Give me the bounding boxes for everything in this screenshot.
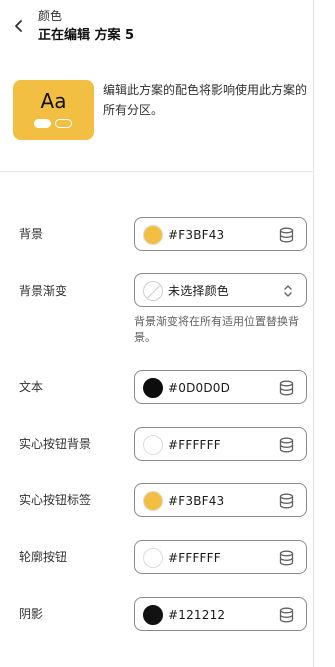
database-icon[interactable] <box>279 227 294 243</box>
color-swatch <box>143 548 163 568</box>
background-label: 背景 <box>19 227 44 241</box>
scheme-preview-tile: Aa <box>13 80 94 140</box>
color-swatch <box>143 605 163 625</box>
database-icon[interactable] <box>279 380 294 396</box>
color-value: #FFFFFF <box>168 438 221 452</box>
panel-border <box>313 0 314 667</box>
color-swatch <box>143 435 163 455</box>
solid-button-background-label: 实心按钮背景 <box>19 437 92 451</box>
color-value: #F3BF43 <box>168 228 225 242</box>
text-color-field[interactable]: #0D0D0D <box>134 370 307 404</box>
chevron-up-down-icon <box>284 285 292 297</box>
outline-button-field[interactable]: #FFFFFF <box>134 540 307 574</box>
empty-color-swatch <box>143 281 163 301</box>
preview-sample-text: Aa <box>40 89 67 113</box>
background-gradient-label: 背景渐变 <box>19 284 68 298</box>
header-title: 正在编辑 方案 5 <box>38 28 135 43</box>
text-label: 文本 <box>19 380 44 394</box>
database-icon[interactable] <box>279 607 294 623</box>
solid-button-background-field[interactable]: #FFFFFF <box>134 427 307 461</box>
database-icon[interactable] <box>279 437 294 453</box>
gradient-value: 未选择颜色 <box>168 284 230 298</box>
preview-outline-button <box>55 119 72 128</box>
solid-button-label-field[interactable]: #F3BF43 <box>134 483 307 517</box>
panel-header: 颜色 正在编辑 方案 5 <box>0 0 313 56</box>
shadow-label: 阴影 <box>19 607 44 621</box>
solid-button-label-label: 实心按钮标签 <box>19 493 92 507</box>
header-subtitle: 颜色 <box>38 9 63 23</box>
background-color-field[interactable]: #F3BF43 <box>134 217 307 251</box>
color-scheme-panel: 颜色 正在编辑 方案 5 Aa 编辑此方案的配色将影响使用此方案的所有分区。 背… <box>0 0 313 667</box>
color-value: #F3BF43 <box>168 494 225 508</box>
back-button[interactable] <box>10 17 28 35</box>
preview-solid-button <box>34 119 51 128</box>
color-value: #0D0D0D <box>168 381 231 395</box>
color-swatch <box>143 491 163 511</box>
database-icon[interactable] <box>279 493 294 509</box>
chevron-left-icon <box>15 20 22 32</box>
database-icon[interactable] <box>279 550 294 566</box>
color-value: #121212 <box>168 608 226 622</box>
color-swatch <box>143 378 163 398</box>
background-gradient-select[interactable]: 未选择颜色 <box>134 273 307 307</box>
section-divider <box>0 171 313 172</box>
color-swatch <box>143 225 163 245</box>
gradient-help-text: 背景渐变将在所有适用位置替换背景。 <box>134 315 299 344</box>
color-value: #FFFFFF <box>168 551 221 565</box>
shadow-color-field[interactable]: #121212 <box>134 597 307 631</box>
preview-description: 编辑此方案的配色将影响使用此方案的所有分区。 <box>103 83 308 117</box>
outline-button-label: 轮廓按钮 <box>19 550 68 564</box>
